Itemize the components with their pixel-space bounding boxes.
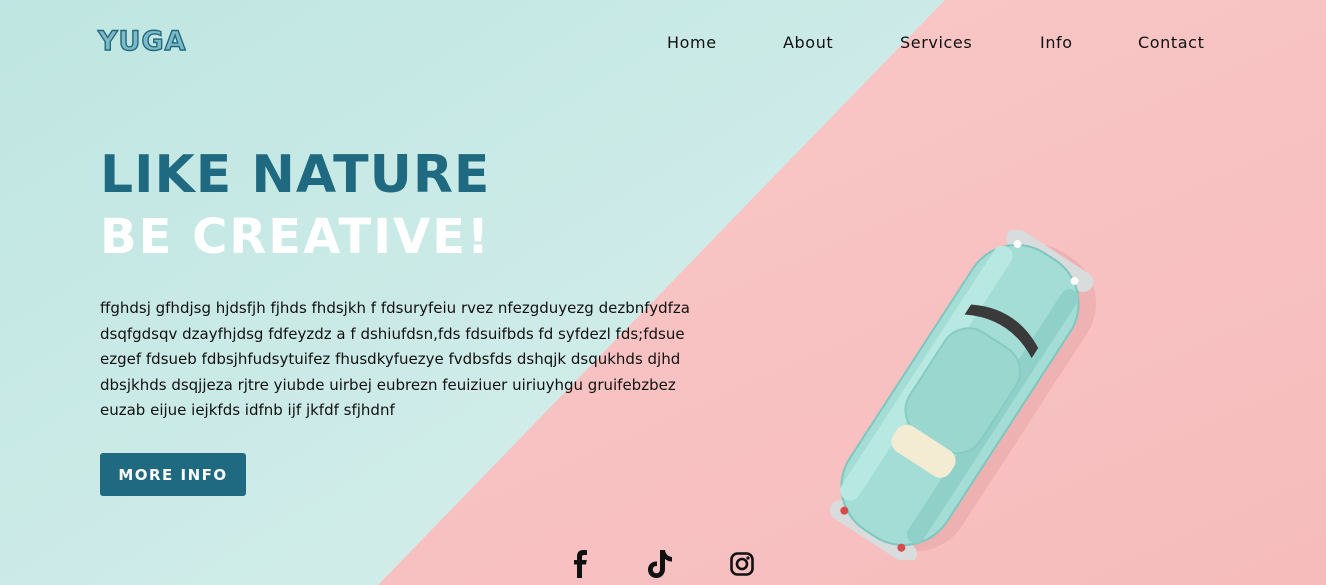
paragraph-line: euzab eijue iejkfds idfnb ijf jkfdf sfjh… [100, 401, 395, 419]
nav-services[interactable]: Services [900, 33, 972, 52]
nav-contact[interactable]: Contact [1138, 33, 1204, 52]
hero-title-primary: LIKE NATURE [100, 145, 491, 205]
main-nav: Home About Services Info Contact [0, 33, 1326, 53]
paragraph-line: dsqfgdsqv dzayfhjdsg fdfeyzdz a f dshiuf… [100, 324, 685, 343]
tiktok-icon[interactable] [647, 550, 673, 578]
paragraph-line: dbsjkhds dsqjjeza rjtre yiubde uirbej eu… [100, 375, 676, 394]
paragraph-line: ezgef fdsueb fdbsjhfudsytuifez fhusdkyfu… [100, 350, 681, 368]
instagram-icon[interactable] [730, 550, 754, 578]
nav-about[interactable]: About [783, 33, 833, 52]
toy-car-image [780, 228, 1140, 565]
hero-title-secondary: BE CREATIVE! [100, 209, 491, 265]
more-info-button[interactable]: MORE INFO [100, 453, 246, 496]
facebook-icon[interactable] [571, 550, 591, 578]
paragraph-line: ffghdsj gfhdjsg hjdsfjh fjhds fhdsjkh f … [100, 299, 690, 317]
hero-paragraph: ffghdsj gfhdjsg hjdsfjh fjhds fhdsjkh f … [100, 296, 740, 424]
nav-home[interactable]: Home [667, 33, 717, 52]
nav-info[interactable]: Info [1040, 33, 1073, 52]
